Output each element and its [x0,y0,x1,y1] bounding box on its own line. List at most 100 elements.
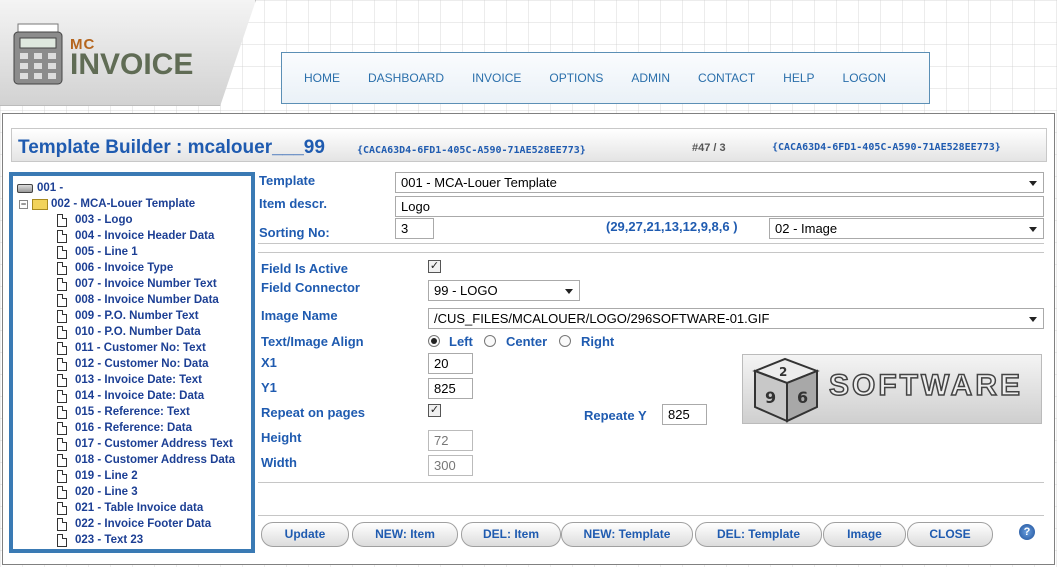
nav-help[interactable]: HELP [783,71,814,85]
type-select[interactable]: 02 - Image [769,218,1044,239]
tree-item-label: 006 - Invoice Type [75,262,174,274]
align-label: Text/Image Align [261,334,364,349]
nav-admin[interactable]: ADMIN [631,71,670,85]
help-icon[interactable]: ? [1019,524,1035,540]
page-title: Template Builder : mcalouer___99 [18,137,325,158]
tree-item-label: 014 - Invoice Date: Data [75,390,205,402]
tree-template-node[interactable]: − 002 - MCA-Louer Template [17,196,249,212]
tree-item[interactable]: 007 - Invoice Number Text [17,276,249,292]
tree-item-label: 012 - Customer No: Data [75,358,209,370]
align-center-radio[interactable] [484,335,496,347]
document-icon [57,421,67,435]
template-label: Template [259,173,316,188]
tree-item[interactable]: 018 - Customer Address Data [17,452,249,468]
item-descr-input[interactable]: Logo [395,196,1044,217]
document-icon [57,405,67,419]
tree-item[interactable]: 020 - Line 3 [17,484,249,500]
tree-item[interactable]: 010 - P.O. Number Data [17,324,249,340]
active-checkbox[interactable]: ✓ [428,260,441,273]
document-icon [57,309,67,323]
new-item-button[interactable]: NEW: Item [352,522,458,547]
svg-text:6: 6 [797,388,808,407]
tree-item[interactable]: 004 - Invoice Header Data [17,228,249,244]
template-select[interactable]: 001 - MCA-Louer Template [395,172,1044,193]
align-left-label: Left [449,334,473,349]
tree-item[interactable]: 015 - Reference: Text [17,404,249,420]
folder-icon [32,198,48,210]
tree-item[interactable]: 003 - Logo [17,212,249,228]
top-navigation: HOME DASHBOARD INVOICE OPTIONS ADMIN CON… [281,52,930,104]
svg-text:9: 9 [765,388,776,407]
image-button[interactable]: Image [823,522,906,547]
document-icon [57,245,67,259]
document-icon [57,453,67,467]
x1-input[interactable]: 20 [428,353,473,374]
tree-item[interactable]: 009 - P.O. Number Text [17,308,249,324]
active-label: Field Is Active [261,261,348,276]
width-input[interactable]: 300 [428,455,473,476]
nav-contact[interactable]: CONTACT [698,71,755,85]
tree-item[interactable]: 017 - Customer Address Text [17,436,249,452]
document-icon [57,261,67,275]
tree-item[interactable]: 011 - Customer No: Text [17,340,249,356]
x1-label: X1 [261,355,277,370]
image-name-label: Image Name [261,308,338,323]
template-tree: 001 - − 002 - MCA-Louer Template 003 - L… [9,172,255,553]
del-item-button[interactable]: DEL: Item [461,522,561,547]
nav-home[interactable]: HOME [304,71,340,85]
document-icon [57,437,67,451]
tree-item[interactable]: 019 - Line 2 [17,468,249,484]
tree-item-label: 010 - P.O. Number Data [75,326,201,338]
document-icon [57,469,67,483]
nav-logon[interactable]: LOGON [843,71,886,85]
document-icon [57,389,67,403]
calculator-icon [13,23,63,85]
svg-text:2: 2 [779,365,787,379]
new-template-button[interactable]: NEW: Template [561,522,693,547]
sorting-input[interactable]: 3 [395,218,434,239]
image-name-select[interactable]: /CUS_FILES/MCALOUER/LOGO/296SOFTWARE-01.… [428,308,1044,329]
height-input[interactable]: 72 [428,430,473,451]
y1-label: Y1 [261,380,277,395]
title-bar: Template Builder : mcalouer___99 {CACA63… [11,128,1047,162]
y1-input[interactable]: 825 [428,378,473,399]
drive-icon [17,183,33,193]
repeate-y-label: Repeate Y [584,408,647,423]
tree-item[interactable]: 022 - Invoice Footer Data [17,516,249,532]
del-template-button[interactable]: DEL: Template [695,522,822,547]
repeate-y-input[interactable]: 825 [662,404,707,425]
collapse-icon[interactable]: − [19,199,28,209]
connector-select[interactable]: 99 - LOGO [428,280,580,301]
tree-root[interactable]: 001 - [17,180,249,196]
height-label: Height [261,430,302,445]
nav-options[interactable]: OPTIONS [549,71,603,85]
tree-item[interactable]: 008 - Invoice Number Data [17,292,249,308]
tree-item-label: 013 - Invoice Date: Text [75,374,202,386]
tree-item-label: 022 - Invoice Footer Data [75,518,212,530]
tree-item-label: 016 - Reference: Data [75,422,192,434]
tree-item-label: 017 - Customer Address Text [75,438,233,450]
tree-item[interactable]: 016 - Reference: Data [17,420,249,436]
tree-item[interactable]: 005 - Line 1 [17,244,249,260]
document-icon [57,213,67,227]
template-guid-right: {CACA63D4-6FD1-405C-A590-71AE528EE773} [772,142,1001,153]
tree-item[interactable]: 013 - Invoice Date: Text [17,372,249,388]
align-right-radio[interactable] [559,335,571,347]
align-right-label: Right [581,334,615,349]
close-button[interactable]: CLOSE [907,522,993,547]
tree-item[interactable]: 023 - Text 23 [17,532,249,548]
repeat-checkbox[interactable]: ✓ [428,404,441,417]
tree-item[interactable]: 012 - Customer No: Data [17,356,249,372]
document-icon [57,325,67,339]
width-label: Width [261,455,297,470]
tree-item-label: 011 - Customer No: Text [75,342,206,354]
tree-item[interactable]: 006 - Invoice Type [17,260,249,276]
tree-item[interactable]: 014 - Invoice Date: Data [17,388,249,404]
update-button[interactable]: Update [261,522,349,547]
tree-item[interactable]: 021 - Table Invoice data [17,500,249,516]
separator-bottom [258,482,1044,483]
nav-invoice[interactable]: INVOICE [472,71,521,85]
align-left-radio[interactable] [428,335,440,347]
template-guid: {CACA63D4-6FD1-405C-A590-71AE528EE773} [357,145,586,156]
nav-dashboard[interactable]: DASHBOARD [368,71,444,85]
